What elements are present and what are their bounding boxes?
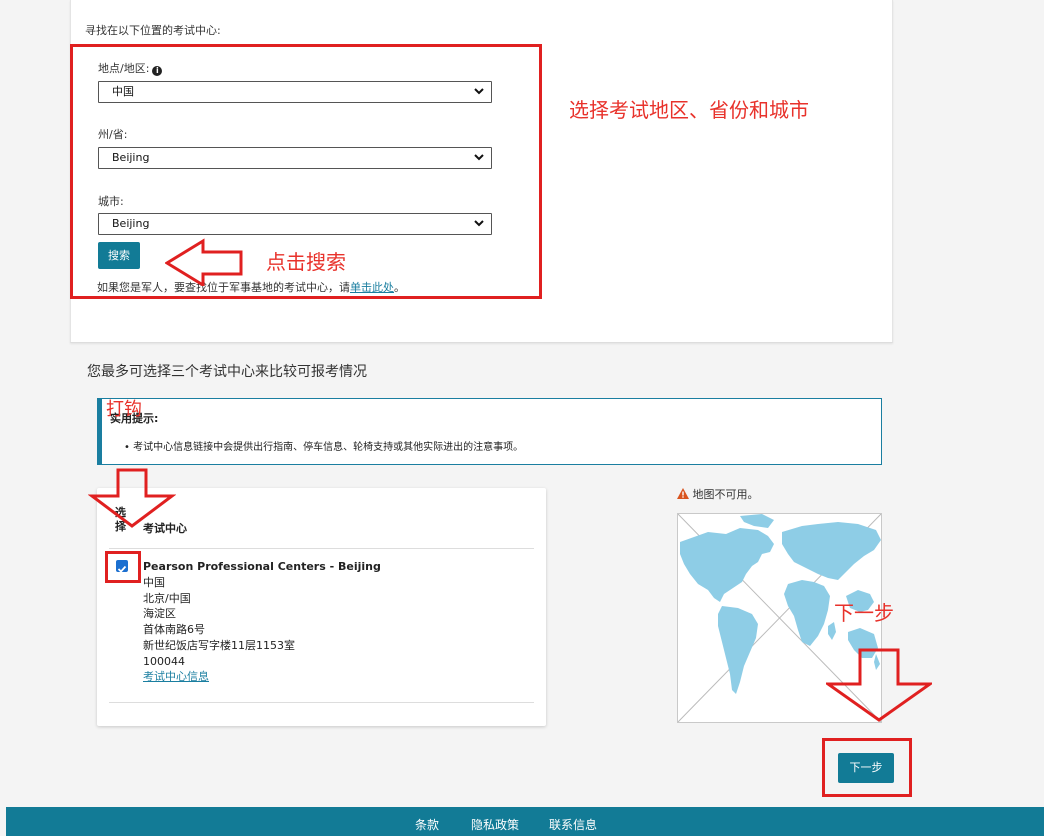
- footer-link-contact[interactable]: 联系信息: [549, 816, 597, 833]
- center-name: Pearson Professional Centers - Beijing: [143, 560, 381, 573]
- footer-link-terms[interactable]: 条款: [415, 816, 439, 833]
- footer-link-privacy[interactable]: 隐私政策: [471, 816, 519, 833]
- arrow-left-icon: [165, 238, 243, 286]
- annotation-next-step: 下一步: [834, 601, 894, 625]
- divider: [109, 702, 534, 703]
- annotation-click-search: 点击搜索: [266, 250, 346, 274]
- arrow-down-icon: [826, 648, 932, 722]
- map-status: 地图不可用。: [677, 486, 759, 502]
- center-address: 中国 北京/中国 海淀区 首体南路6号 新世纪饭店写字楼11层1153室 100…: [143, 576, 295, 685]
- annotation-box-checkbox: [105, 551, 141, 583]
- tip-bullet: • 考试中心信息链接中会提供出行指南、停车信息、轮椅支持或其他实际进出的注意事项…: [124, 442, 524, 453]
- compare-heading: 您最多可选择三个考试中心来比较可报考情况: [87, 364, 367, 380]
- warning-icon: [677, 488, 689, 499]
- center-info-link[interactable]: 考试中心信息: [143, 669, 295, 685]
- footer: 条款 隐私政策 联系信息: [6, 807, 1044, 836]
- annotation-check: 打钩: [106, 399, 142, 420]
- search-heading: 寻找在以下位置的考试中心:: [85, 24, 221, 37]
- arrow-down-icon: [88, 468, 176, 528]
- divider: [109, 548, 534, 549]
- annotation-select-region: 选择考试地区、省份和城市: [569, 98, 809, 122]
- annotation-box-next: [822, 738, 912, 797]
- tip-box: 实用提示: • 考试中心信息链接中会提供出行指南、停车信息、轮椅支持或其他实际进…: [97, 398, 882, 465]
